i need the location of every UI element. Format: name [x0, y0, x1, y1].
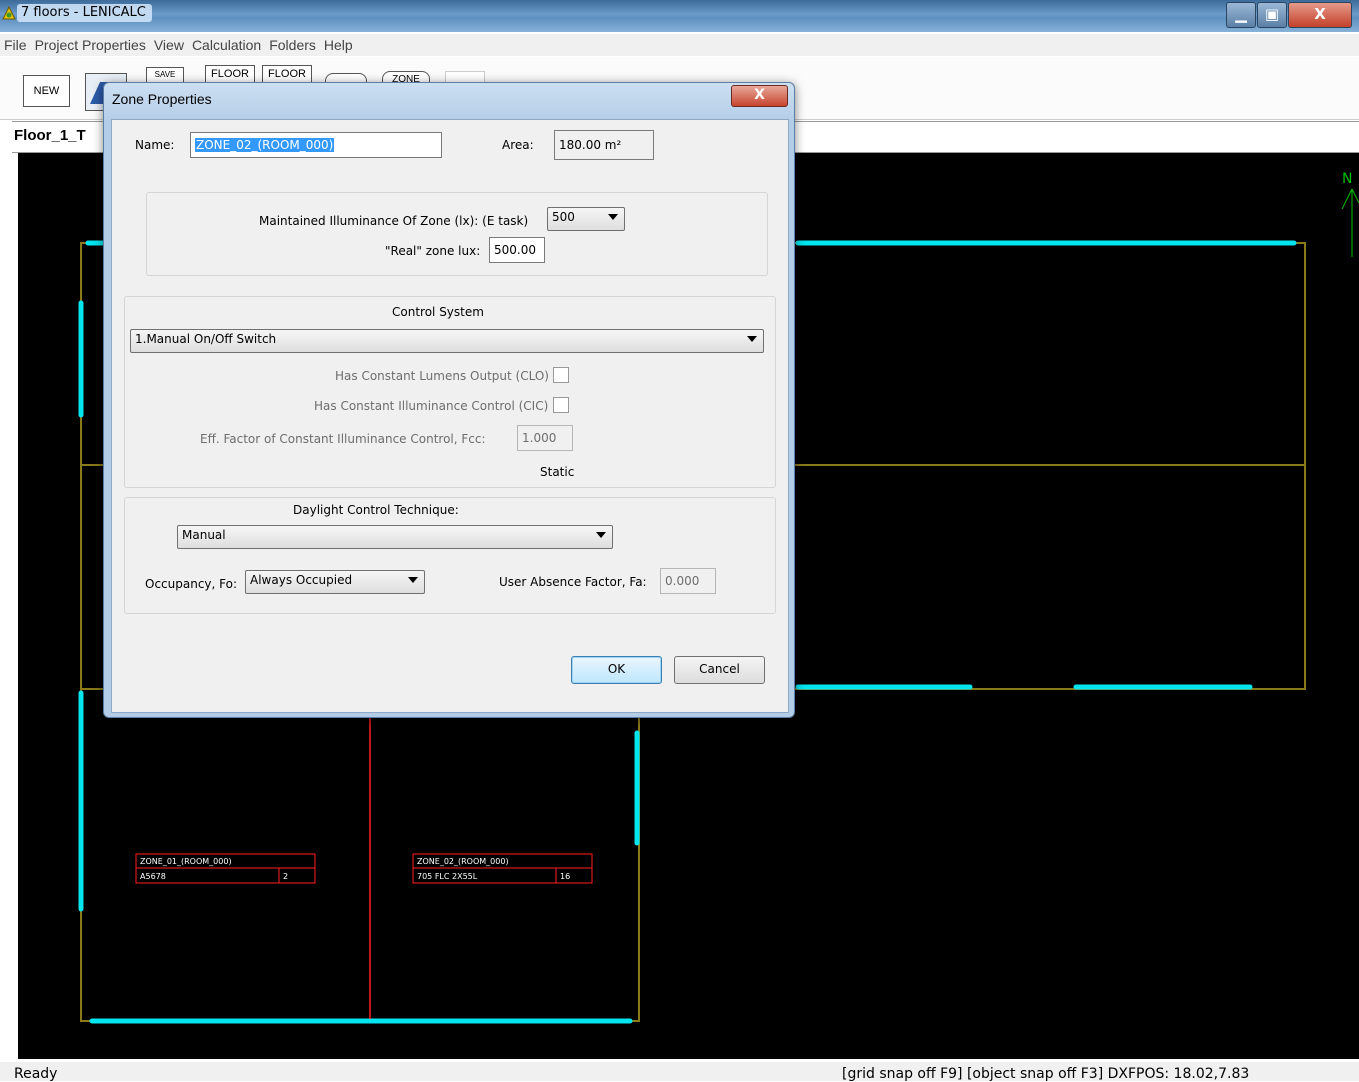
north-arrow-head-right — [1351, 188, 1359, 204]
menu-view[interactable]: View — [150, 34, 188, 56]
title-bar: 7 floors - LENICALC ▁ ▣ X — [0, 0, 1359, 32]
maximize-button[interactable]: ▣ — [1257, 2, 1287, 28]
floor-button-1[interactable]: FLOOR — [205, 65, 255, 83]
chevron-down-icon — [747, 336, 757, 342]
illuminance-label: Maintained Illuminance Of Zone (lx): (E … — [259, 214, 529, 228]
occupancy-select[interactable]: Always Occupied — [245, 570, 425, 594]
north-label: N — [1342, 171, 1352, 187]
clo-label: Has Constant Lumens Output (CLO) — [335, 369, 549, 383]
zone1-lamp: A5678 — [140, 872, 166, 881]
daylight-select-value: Manual — [182, 528, 226, 542]
dialog-body: Name: ZONE_02_(ROOM_000) Area: 180.00 m²… — [111, 119, 789, 713]
name-label: Name: — [135, 138, 175, 152]
control-system-select-value: 1.Manual On/Off Switch — [135, 332, 277, 346]
cic-checkbox[interactable] — [553, 397, 569, 413]
floor-button-2[interactable]: FLOOR — [262, 65, 312, 83]
status-ready: Ready — [14, 1066, 58, 1082]
illuminance-select[interactable]: 500 — [547, 207, 625, 231]
area-field: 180.00 m² — [554, 130, 654, 160]
floor-tab[interactable]: Floor_1_T — [14, 127, 86, 144]
absence-input[interactable]: 0.000 — [660, 568, 716, 594]
absence-label: User Absence Factor, Fa: — [499, 575, 647, 589]
menu-file[interactable]: File — [0, 34, 31, 56]
chevron-down-icon — [596, 532, 606, 538]
zone1-name: ZONE_01_(ROOM_000) — [140, 857, 232, 866]
daylight-title: Daylight Control Technique: — [293, 503, 459, 517]
zone2-count: 16 — [560, 872, 570, 881]
control-system-title: Control System — [392, 305, 484, 319]
close-window-button[interactable]: X — [1288, 2, 1352, 28]
chevron-down-icon — [408, 577, 418, 583]
outer-wall-lower — [80, 688, 640, 1022]
dialog-close-button[interactable]: X — [731, 85, 788, 107]
dialog-title: Zone Properties — [112, 91, 212, 107]
zone1-count: 2 — [283, 872, 288, 881]
north-arrow-head-left — [1341, 188, 1353, 210]
status-snap-info: [grid snap off F9] [object snap off F3] … — [842, 1066, 1250, 1082]
menu-project-properties[interactable]: Project Properties — [31, 34, 150, 56]
menu-help[interactable]: Help — [320, 34, 357, 56]
menu-calculation[interactable]: Calculation — [188, 34, 265, 56]
ok-button[interactable]: OK — [571, 656, 662, 684]
occupancy-label: Occupancy, Fo: — [145, 577, 238, 591]
zone2-lamp: 705 FLC 2X55L — [417, 872, 478, 881]
minimize-button[interactable]: ▁ — [1226, 2, 1256, 28]
app-lamp-icon — [2, 6, 16, 20]
illuminance-group: Maintained Illuminance Of Zone (lx): (E … — [146, 192, 768, 276]
zone-name-selected-text: ZONE_02_(ROOM_000) — [195, 138, 335, 152]
menu-bar: File Project Properties View Calculation Fol… — [0, 34, 1359, 56]
chevron-down-icon — [608, 214, 618, 220]
control-system-group: Control System 1.Manual On/Off Switch Ha… — [124, 296, 776, 488]
menu-folders[interactable]: Folders — [265, 34, 320, 56]
new-button[interactable]: NEW — [23, 75, 70, 107]
control-system-select[interactable]: 1.Manual On/Off Switch — [130, 329, 764, 353]
window-title: 7 floors - LENICALC — [17, 4, 152, 22]
fcc-input[interactable]: 1.000 — [517, 425, 573, 451]
real-lux-label: "Real" zone lux: — [385, 244, 481, 258]
zone-properties-dialog: Zone Properties X Name: ZONE_02_(ROOM_00… — [103, 82, 795, 718]
zone2-label-box[interactable]: ZONE_02_(ROOM_000) 705 FLC 2X55L 16 — [412, 853, 593, 884]
illuminance-select-value: 500 — [552, 210, 575, 224]
static-label: Static — [540, 465, 575, 479]
area-label: Area: — [502, 138, 534, 152]
occupancy-select-value: Always Occupied — [250, 573, 353, 587]
clo-checkbox[interactable] — [553, 367, 569, 383]
zone-name-input[interactable]: ZONE_02_(ROOM_000) — [190, 132, 442, 158]
fcc-label: Eff. Factor of Constant Illuminance Cont… — [200, 432, 486, 446]
north-arrow-icon — [1341, 188, 1359, 257]
status-bar: Ready [grid snap off F9] [object snap of… — [0, 1062, 1359, 1082]
save-button[interactable]: SAVE — [146, 67, 184, 83]
cancel-button[interactable]: Cancel — [674, 656, 765, 684]
daylight-select[interactable]: Manual — [177, 525, 613, 549]
cic-label: Has Constant Illuminance Control (CIC) — [314, 399, 549, 413]
zone1-label-box[interactable]: ZONE_01_(ROOM_000) A5678 2 — [135, 853, 316, 884]
zone2-name: ZONE_02_(ROOM_000) — [417, 857, 509, 866]
daylight-group: Daylight Control Technique: Manual Occup… — [124, 497, 776, 614]
real-lux-input[interactable]: 500.00 — [489, 237, 545, 263]
